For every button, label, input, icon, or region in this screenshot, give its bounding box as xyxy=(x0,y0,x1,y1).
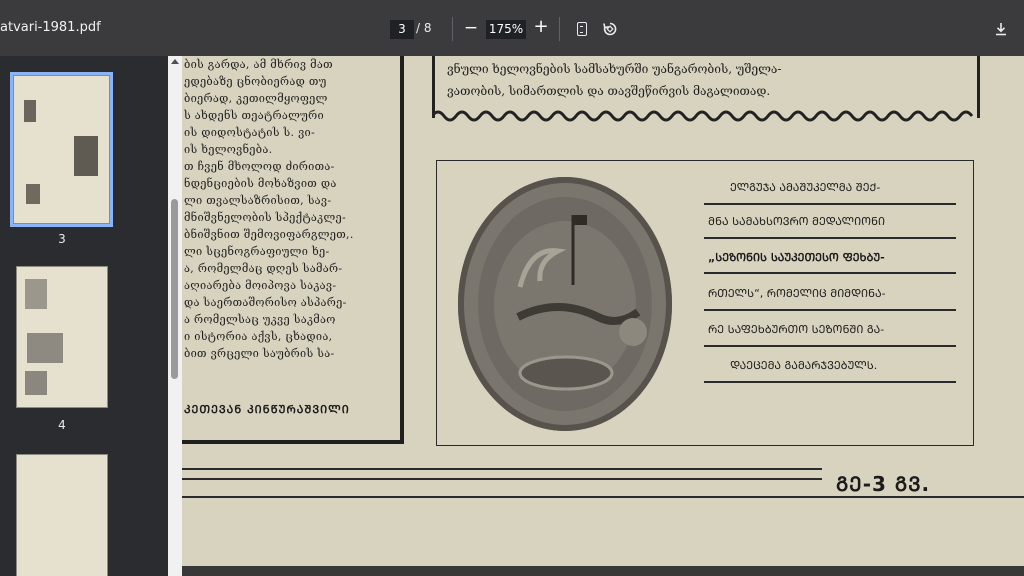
pdf-page-view: ბის გარდა, ამ მხრივ მათ ედებაზე ცნობიერა… xyxy=(182,56,1024,566)
thumbnail-sidebar: 3 4 xyxy=(0,56,168,576)
thumbnail-label: 4 xyxy=(58,418,66,432)
footer-rule xyxy=(182,478,822,480)
pdf-toolbar: atvari-1981.pdf 3 / 8 − 175% + xyxy=(0,0,1024,56)
page-thumbnail-5[interactable] xyxy=(16,454,108,576)
article-line: ლი თვალსაზრისით, სავ- xyxy=(184,194,332,207)
article-line: ედებაზე ცნობიერად თუ xyxy=(184,75,327,88)
wavy-border xyxy=(432,110,974,122)
medal-image xyxy=(458,177,672,431)
thumb-photo xyxy=(25,371,47,395)
thumb-photo xyxy=(25,279,47,309)
caption-line: ᲠᲗᲔᲚᲡ“, ᲠᲝᲛᲔᲚᲘᲪ ᲛᲘᲛᲓᲘᲜᲐ- xyxy=(708,287,886,300)
caption-line: ᲛᲜᲐ ᲡᲐᲛᲐᲮᲡᲝᲕᲠᲝ ᲛᲔᲓᲐᲚᲘᲝᲜᲘ xyxy=(708,215,885,228)
article-line: ა რომელსაც უკვე საკმაო xyxy=(184,313,336,326)
article-line: ს ახდენს თეატრალური xyxy=(184,109,324,122)
article-line: ლი სცენოგრაფიული ხე- xyxy=(184,245,330,258)
page-thumbnail-3[interactable] xyxy=(10,72,113,227)
viewer-background xyxy=(182,566,1024,576)
footer-rule xyxy=(182,468,822,470)
download-icon[interactable] xyxy=(993,21,1009,37)
caption-rule xyxy=(704,272,956,274)
page-number-input[interactable]: 3 xyxy=(390,20,414,39)
quote-line: ვნული ხელოვნების სამსახურში უანგარობის, … xyxy=(447,62,782,76)
article-line: ის დიდოსტატის ს. ვი- xyxy=(184,126,315,139)
document-title: atvari-1981.pdf xyxy=(0,20,101,35)
thumbnail-label: 3 xyxy=(58,232,66,246)
zoom-in-button[interactable]: + xyxy=(533,17,549,37)
article-line: ნდენციების მოხაზვით და xyxy=(184,177,337,190)
article-line: ბით ვრცელი საუბრის სა- xyxy=(184,347,335,360)
article-column: ბის გარდა, ამ მხრივ მათ ედებაზე ცნობიერა… xyxy=(182,56,404,444)
article-line: ბიერად, კეთილმყოფელ xyxy=(184,92,328,105)
caption-rule xyxy=(704,345,956,347)
article-line: მნიშვნელობის სპექტაკლე- xyxy=(184,211,346,224)
toolbar-divider xyxy=(452,17,453,41)
quote-line: ვათობის, სიმართლის და თავშეწირვის მაგალი… xyxy=(447,84,771,98)
article-line: და საერთაშორისო ასპარე- xyxy=(184,296,347,309)
fit-to-page-icon[interactable] xyxy=(577,22,587,36)
article-line: თ ჩვენ მხოლოდ ძირითა- xyxy=(184,160,335,173)
thumb-photo xyxy=(26,184,40,204)
caption-rule xyxy=(704,237,956,239)
article-line: ბნიშვნით შემოვიფარგლეთ,. xyxy=(184,228,354,241)
page-footer-number: ᲒᲔ-3 ᲒᲕ. xyxy=(836,472,931,496)
article-line: ბის გარდა, ამ მხრივ მათ xyxy=(184,58,333,71)
caption-line: ᲠᲔ ᲡᲐᲤᲔᲮᲑᲣᲠᲗᲝ ᲡᲔᲖᲝᲜᲨᲘ ᲒᲐ- xyxy=(708,323,885,336)
caption-rule xyxy=(704,381,956,383)
caption-rule xyxy=(704,203,956,205)
article-line: ა, რომელმაც დღეს სამარ- xyxy=(184,262,343,275)
scroll-up-arrow-icon[interactable] xyxy=(171,59,179,64)
zoom-level-input[interactable]: 175% xyxy=(486,20,526,39)
article-line: აღიარება მოიპოვა საკავ- xyxy=(184,279,337,292)
total-pages-label: / 8 xyxy=(416,21,432,35)
caption-line: ᲓᲐᲔᲪᲔᲛᲐ ᲒᲐᲛᲐᲠᲯᲕᲔᲑᲣᲚᲡ. xyxy=(730,359,878,372)
page-thumbnail-4[interactable] xyxy=(16,266,108,408)
caption-rule xyxy=(704,309,956,311)
rotate-icon[interactable] xyxy=(602,21,618,37)
article-line: ი ისტორია აქვს, ცხადია, xyxy=(184,330,333,343)
medal-emblem xyxy=(516,215,647,391)
caption-line: „ᲡᲔᲖᲝᲜᲘᲡ ᲡᲐᲣᲙᲔᲗᲔᲡᲝ ᲤᲔᲮᲑᲣ- xyxy=(708,251,885,264)
sidebar-scrollbar[interactable] xyxy=(168,56,182,576)
toolbar-divider xyxy=(559,17,560,41)
thumb-photo xyxy=(24,100,36,122)
zoom-out-button[interactable]: − xyxy=(463,18,479,38)
article-author: ᲙᲔᲗᲔᲕᲐᲜ ᲙᲘᲜᲬᲣᲠᲐᲨᲕᲘᲚᲘ xyxy=(184,403,350,416)
thumb-photo xyxy=(27,333,63,363)
caption-line: ᲔᲚᲒᲣᲯᲐ ᲐᲛᲐᲨᲣᲙᲔᲚᲛᲐ ᲨᲔᲥ- xyxy=(730,181,881,194)
scrollbar-thumb[interactable] xyxy=(171,199,178,379)
thumb-photo xyxy=(74,136,98,176)
article-line: ის ხელოვნება. xyxy=(184,143,273,156)
